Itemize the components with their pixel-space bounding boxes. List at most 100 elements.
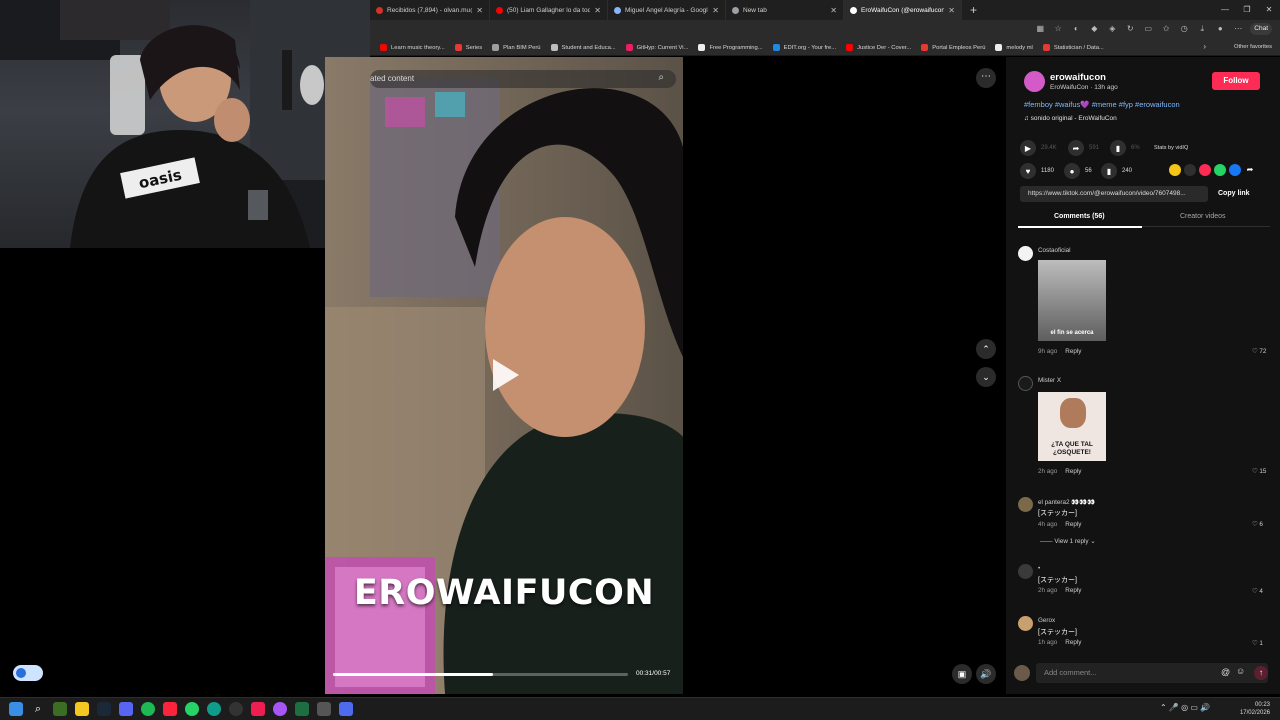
play-icon[interactable]	[493, 359, 519, 391]
share-icon[interactable]: ➦	[1244, 164, 1256, 176]
comment-author[interactable]: Gerox	[1038, 617, 1055, 624]
comment-icon[interactable]: ●	[1064, 163, 1080, 179]
browser-tab[interactable]: Miguel Ángel Alegría - Google Se✕	[608, 0, 726, 20]
bookmark[interactable]: melody ml	[995, 44, 1033, 51]
tiktok-icon[interactable]	[251, 702, 265, 716]
spotify-icon[interactable]	[141, 702, 155, 716]
chat-button[interactable]: Chat	[1250, 23, 1272, 35]
search-bar[interactable]: ated content ⌕	[370, 70, 676, 88]
edge-icon[interactable]	[207, 702, 221, 716]
chevron-right-icon[interactable]: ›	[1203, 42, 1206, 51]
search-input[interactable]: ated content	[370, 74, 414, 83]
chevron-down-icon[interactable]: ⌄	[976, 367, 996, 387]
comment-author[interactable]: el pantera2 👀👀👀	[1038, 498, 1095, 506]
steam-icon[interactable]	[97, 702, 111, 716]
comment-author[interactable]: Costaoficial	[1038, 247, 1071, 254]
apps-icon[interactable]: ▦	[1034, 23, 1046, 35]
bookmark[interactable]: Justice Der - Cover...	[846, 44, 911, 51]
split-icon[interactable]: ▭	[1142, 23, 1154, 35]
bookmark[interactable]: Statistician / Data...	[1042, 44, 1104, 51]
app-icon[interactable]	[229, 702, 243, 716]
sound-link[interactable]: ♫ sonido original - EroWaifuCon	[1024, 115, 1117, 122]
search-icon[interactable]: ⌕	[658, 72, 664, 83]
extension-icon[interactable]: ◐	[1070, 23, 1082, 35]
video-progress-track[interactable]	[333, 673, 628, 676]
close-icon[interactable]: ✕	[830, 6, 837, 15]
heart-icon[interactable]: ♥	[1020, 163, 1036, 179]
maximize-icon[interactable]: ❐	[1236, 0, 1258, 20]
bookmark[interactable]: GitHyp: Current Vi...	[625, 44, 688, 51]
share-icon[interactable]: ➦	[1068, 140, 1084, 156]
folder-icon[interactable]	[75, 702, 89, 716]
bookmark[interactable]: EDIT.org - Your fre...	[772, 44, 836, 51]
browser-tab-active[interactable]: EroWaifuCon (@erowaifucon) | Tik✕	[844, 0, 962, 20]
embed-icon[interactable]	[1184, 164, 1196, 176]
app-icon[interactable]	[273, 702, 287, 716]
avatar[interactable]	[1018, 497, 1033, 512]
reply-button[interactable]: Reply	[1065, 587, 1081, 594]
copy-link-button[interactable]: Copy link	[1218, 186, 1250, 202]
username[interactable]: erowaifucon	[1050, 72, 1106, 83]
extension-icon[interactable]: ◆	[1088, 23, 1100, 35]
app-icon[interactable]	[339, 702, 353, 716]
chart-icon[interactable]: ▮	[1110, 140, 1126, 156]
avatar[interactable]	[1024, 71, 1045, 92]
follow-button[interactable]: Follow	[1212, 72, 1260, 90]
comment-likes[interactable]: ♡ 72	[1252, 348, 1266, 355]
notepad-icon[interactable]	[317, 702, 331, 716]
bookmark[interactable]: Learn music theory...	[380, 44, 445, 51]
comment-input[interactable]: Add comment...	[1036, 663, 1268, 683]
close-icon[interactable]: ✕	[948, 6, 955, 15]
extension-icon[interactable]: ◈	[1106, 23, 1118, 35]
emoji-icon[interactable]	[1169, 164, 1181, 176]
facebook-icon[interactable]	[1229, 164, 1241, 176]
bookmark[interactable]: Plan BIM Perú	[492, 44, 541, 51]
bookmark-icon[interactable]: ▮	[1101, 163, 1117, 179]
emoji-icon[interactable]: ☺	[1236, 666, 1245, 676]
history-icon[interactable]: ◷	[1178, 23, 1190, 35]
minimize-icon[interactable]: —	[1214, 0, 1236, 20]
close-icon[interactable]: ✕	[594, 6, 601, 15]
tab-comments[interactable]: Comments (56)	[1054, 213, 1105, 220]
clock[interactable]: 00:23 17/02/2026	[1240, 701, 1270, 717]
whatsapp-icon[interactable]	[1214, 164, 1226, 176]
refresh-icon[interactable]: ↻	[1124, 23, 1136, 35]
toggle-widget[interactable]	[13, 665, 43, 681]
bookmark[interactable]: Student and Educa...	[550, 44, 616, 51]
browser-tab[interactable]: (50) Liam Gallagher lo da todo co✕	[490, 0, 608, 20]
avatar[interactable]	[1018, 616, 1033, 631]
pip-icon[interactable]: ▣	[952, 664, 972, 684]
bookmark[interactable]: Series	[454, 44, 482, 51]
send-icon[interactable]: ↑	[1254, 666, 1268, 680]
star-icon[interactable]: ☆	[1052, 23, 1064, 35]
app-icon[interactable]	[53, 702, 67, 716]
avatar[interactable]	[1018, 246, 1033, 261]
window-close-icon[interactable]: ✕	[1258, 0, 1280, 20]
tray-icons[interactable]: ⌃ 🎤 ◎ ▭ 🔊	[1160, 703, 1210, 712]
bookmark[interactable]: Free Programming...	[698, 44, 763, 51]
excel-icon[interactable]	[295, 702, 309, 716]
video-link[interactable]: https://www.tiktok.com/@erowaifucon/vide…	[1020, 186, 1208, 202]
discord-icon[interactable]	[119, 702, 133, 716]
bookmark[interactable]: Portal Empleos Perú	[921, 44, 985, 51]
comment-likes[interactable]: ♡ 15	[1252, 468, 1266, 475]
music-icon[interactable]	[163, 702, 177, 716]
favorites-icon[interactable]: ✩	[1160, 23, 1172, 35]
comment-likes[interactable]: ♡ 6	[1252, 521, 1263, 528]
reply-button[interactable]: Reply	[1065, 639, 1081, 646]
comment-author[interactable]: Mister X	[1038, 377, 1061, 384]
search-icon[interactable]: ⌕	[31, 702, 45, 716]
reply-button[interactable]: Reply	[1065, 468, 1081, 475]
chevron-up-icon[interactable]: ⌃	[976, 339, 996, 359]
download-icon[interactable]: ⤓	[1196, 23, 1208, 35]
new-tab-button[interactable]: +	[962, 3, 985, 17]
volume-icon[interactable]: 🔊	[976, 664, 996, 684]
comment-author[interactable]: •	[1038, 565, 1040, 572]
close-icon[interactable]: ✕	[476, 6, 483, 15]
other-favorites[interactable]: Other favorites	[1234, 44, 1272, 50]
play-icon[interactable]: ▶	[1020, 140, 1036, 156]
tab-creator-videos[interactable]: Creator videos	[1180, 213, 1226, 220]
reply-button[interactable]: Reply	[1065, 348, 1081, 355]
video-player[interactable]: EROWAIFUCON 00:31/00:57	[325, 57, 683, 694]
reply-button[interactable]: Reply	[1065, 521, 1081, 528]
